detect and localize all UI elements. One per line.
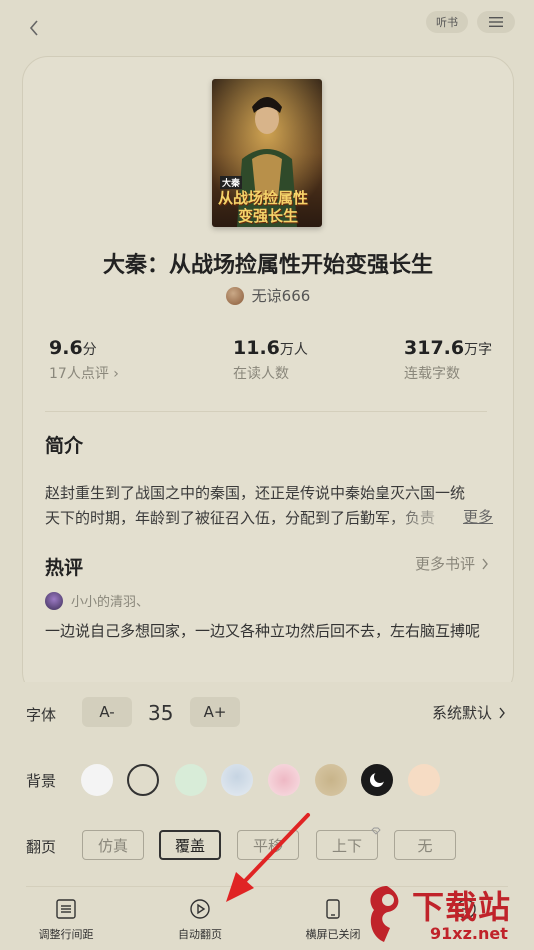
vip-diamond-icon: [370, 826, 382, 836]
font-size-value: 35: [148, 701, 174, 725]
page-mode-none[interactable]: 无: [394, 830, 456, 860]
background-label: 背景: [26, 772, 57, 790]
bg-swatch-blue-pattern[interactable]: [221, 764, 253, 796]
readers-unit: 万人: [279, 342, 308, 358]
landscape-label: 横屏已关闭: [305, 928, 361, 941]
review-text[interactable]: 一边说自己多想回家，一边又各种立功然后回不去，左右脑互搏呢: [45, 617, 495, 646]
readers-value: 11.6: [233, 337, 280, 359]
watermark-url: 91xz.net: [430, 924, 508, 943]
page-turn-label: 翻页: [26, 838, 57, 856]
stats-row: 9.6分 17人点评 › 11.6万人 在读人数 317.6万字 连载字数: [23, 337, 513, 387]
readers-label: 在读人数: [233, 366, 289, 382]
page-mode-scroll[interactable]: 上下: [316, 830, 378, 860]
reviews-heading: 热评: [45, 557, 84, 579]
auto-page-label: 自动翻页: [178, 928, 222, 941]
line-spacing-button[interactable]: 调整行间距: [16, 898, 116, 942]
stat-words: 317.6万字 连载字数: [404, 337, 492, 383]
reviewer-name: 小小的清羽、: [71, 595, 150, 610]
chevron-right-icon: [482, 558, 488, 569]
author-row[interactable]: 无谅666: [23, 285, 513, 306]
stat-rating[interactable]: 9.6分 17人点评 ›: [49, 337, 119, 383]
more-reviews-label: 更多书评: [415, 555, 476, 573]
line-spacing-icon: [56, 899, 76, 919]
author-name: 无谅666: [251, 287, 311, 305]
words-value: 317.6: [404, 337, 465, 359]
watermark-text: 下载站: [412, 888, 512, 926]
bg-swatch-green[interactable]: [175, 764, 207, 796]
font-increase-button[interactable]: A+: [190, 697, 240, 727]
rating-count: 17人点评 ›: [49, 366, 119, 382]
menu-button[interactable]: [477, 11, 515, 33]
intro-fade: [383, 506, 461, 531]
cover-title-line2: 变强长生: [238, 207, 299, 225]
rating-unit: 分: [82, 342, 97, 358]
watermark-logo-icon: [370, 886, 399, 942]
chevron-left-icon: [29, 20, 38, 36]
back-button[interactable]: [22, 16, 46, 40]
reviewer[interactable]: 小小的清羽、: [45, 591, 149, 610]
page-mode-simulate[interactable]: 仿真: [82, 830, 144, 860]
top-bar: 听书: [0, 0, 534, 52]
chevron-right-icon: [499, 707, 505, 718]
book-detail-card: 大秦 从战场捡属性 变强长生 大秦：从战场捡属性开始变强长生 无谅666 9.6…: [22, 56, 514, 698]
intro-more-link[interactable]: 更多: [459, 506, 494, 527]
author-avatar: [225, 286, 244, 305]
bg-swatch-white[interactable]: [81, 764, 113, 796]
page-mode-cover[interactable]: 覆盖: [159, 830, 221, 860]
stat-readers: 11.6万人 在读人数: [233, 337, 308, 383]
rating-value: 9.6: [49, 337, 83, 359]
bg-swatch-night[interactable]: [361, 764, 393, 796]
divider: [45, 411, 487, 412]
words-unit: 万字: [464, 342, 493, 358]
intro-heading: 简介: [45, 435, 84, 457]
menu-icon: [489, 17, 503, 27]
font-label: 字体: [26, 706, 57, 724]
book-cover[interactable]: 大秦 从战场捡属性 变强长生: [212, 79, 322, 227]
system-font-selector[interactable]: 系统默认: [432, 702, 506, 723]
bg-swatch-pink-pattern[interactable]: [268, 764, 300, 796]
intro-line-1: 赵封重生到了战国之中的秦国，还正是传说中秦始皇灭六国一统: [45, 484, 466, 502]
more-reviews-link[interactable]: 更多书评: [415, 553, 489, 574]
page-mode-slide[interactable]: 平移: [237, 830, 299, 860]
landscape-icon: [326, 899, 340, 919]
auto-page-button[interactable]: 自动翻页: [150, 898, 250, 942]
bg-swatch-peach[interactable]: [408, 764, 440, 796]
auto-page-icon: [190, 899, 210, 919]
words-label: 连载字数: [404, 366, 460, 382]
bg-swatch-current[interactable]: [127, 764, 159, 796]
moon-icon: [370, 771, 386, 787]
listen-button[interactable]: 听书: [426, 11, 468, 33]
site-watermark: 下载站 91xz.net: [364, 880, 534, 950]
book-title: 大秦：从战场捡属性开始变强长生: [102, 253, 433, 278]
reviewer-avatar: [45, 591, 63, 610]
system-font-label: 系统默认: [432, 704, 493, 722]
line-spacing-label: 调整行间距: [38, 928, 94, 941]
bg-swatch-paper[interactable]: [315, 764, 347, 796]
font-decrease-button[interactable]: A-: [82, 697, 132, 727]
